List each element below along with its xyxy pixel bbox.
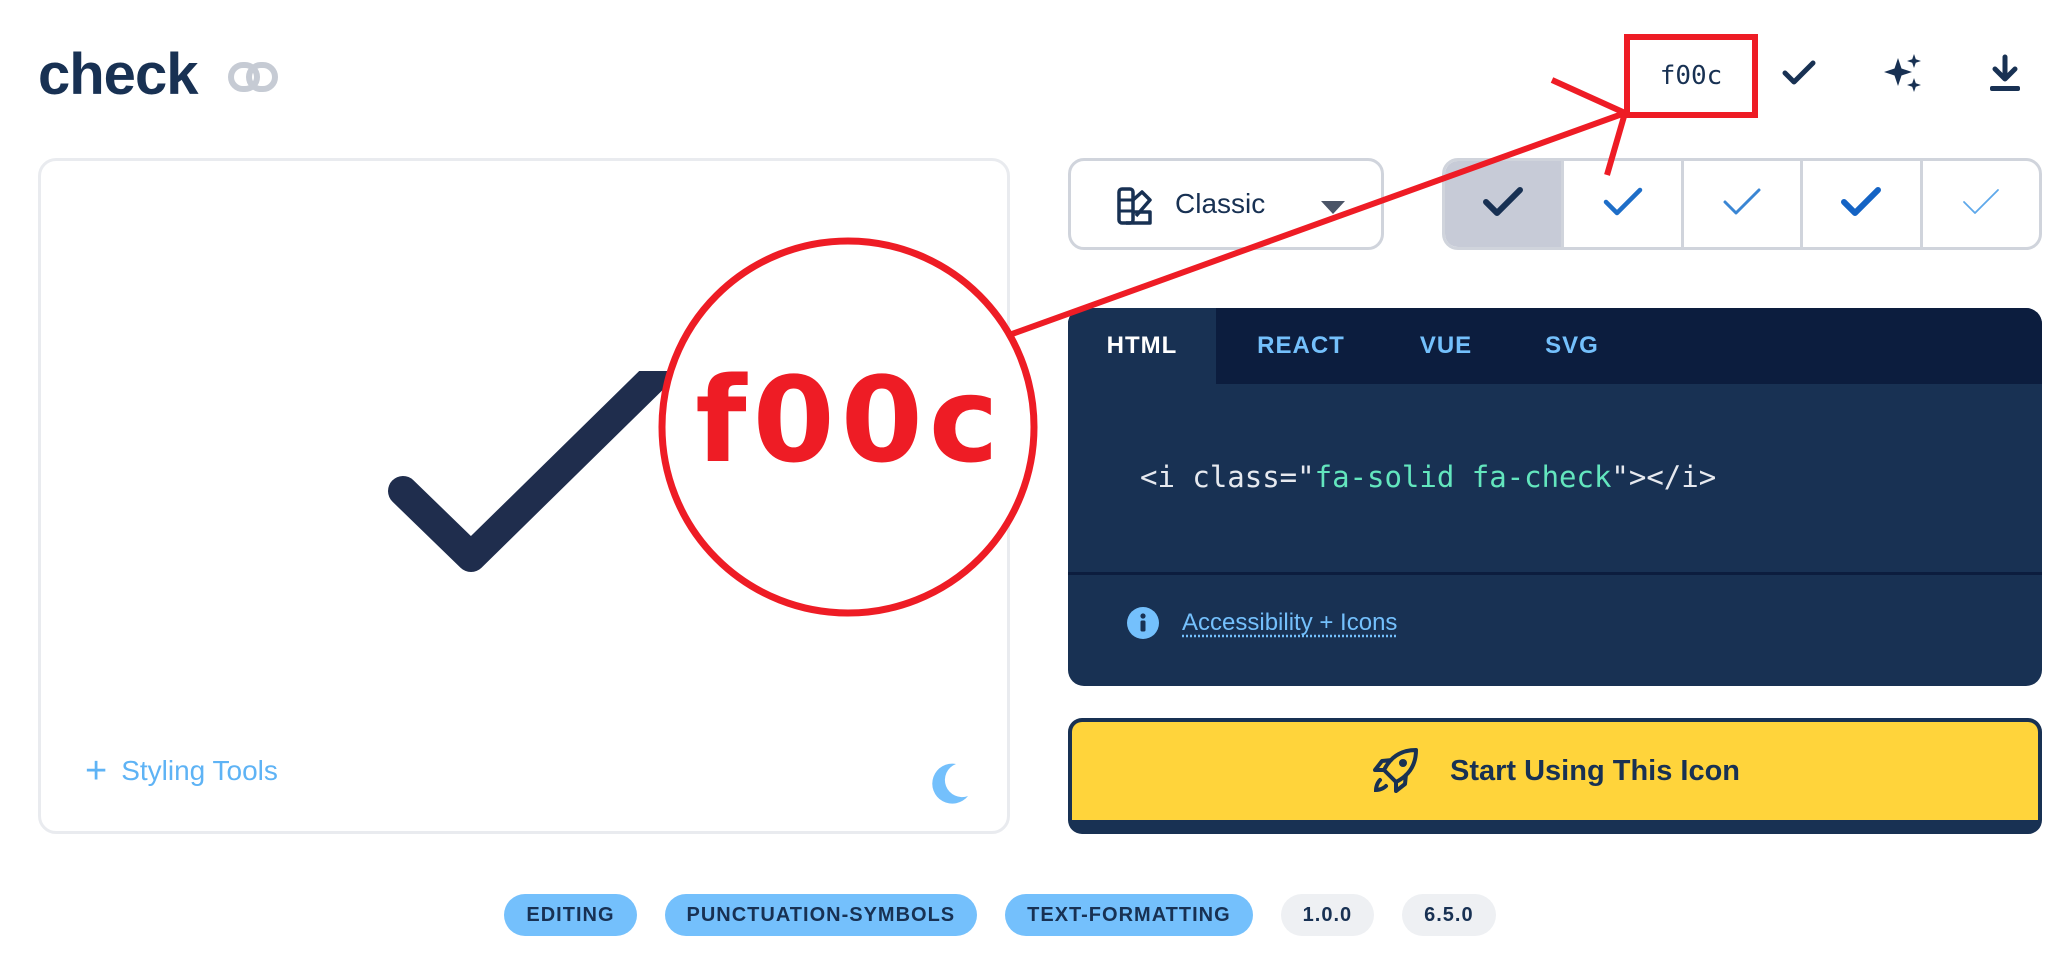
sparkles-icon (1882, 52, 1924, 99)
code-snippet[interactable]: <i class="fa-solid fa-check"></i> (1140, 460, 1716, 494)
style-family-label: Classic (1175, 188, 1266, 219)
code-tabs: HTML REACT VUE SVG (1068, 308, 2042, 384)
accessibility-row: Accessibility + Icons (1126, 606, 1397, 640)
style-variant-picker (1442, 158, 2042, 250)
styling-tools-toggle[interactable]: + Styling Tools (85, 750, 278, 792)
annotation-arrow-stroke (1550, 77, 1627, 116)
tab-svg[interactable]: SVG (1506, 308, 1638, 384)
copy-glyph-button[interactable] (1776, 52, 1822, 98)
unicode-copy-button[interactable]: f00c (1624, 34, 1758, 118)
cta-label: Start Using This Icon (1449, 754, 1741, 787)
tag-editing[interactable]: EDITING (504, 894, 637, 936)
variant-regular[interactable] (1561, 161, 1680, 247)
variant-solid[interactable] (1445, 161, 1562, 247)
version-badge-created: 1.0.0 (1280, 894, 1375, 936)
start-using-icon-button[interactable]: Start Using This Icon (1068, 718, 2042, 834)
check-icon (1959, 185, 2003, 224)
check-icon (1781, 58, 1817, 93)
annotation-zoom-text: f00c (695, 351, 1005, 489)
swatchbook-icon (1116, 186, 1154, 226)
variant-duotone[interactable] (1800, 161, 1919, 247)
code-suffix: "></i> (1611, 460, 1717, 494)
code-class-value: fa-solid fa-check (1314, 460, 1612, 494)
caret-down-icon (1321, 201, 1345, 214)
variant-thin[interactable] (1919, 161, 2039, 247)
check-icon (1601, 185, 1645, 224)
accessibility-link[interactable]: Accessibility + Icons (1182, 609, 1397, 637)
rocket-icon (1370, 746, 1420, 796)
download-button[interactable] (1982, 52, 2028, 98)
tag-text-formatting[interactable]: TEXT-FORMATTING (1005, 894, 1253, 936)
code-snippet-panel: HTML REACT VUE SVG <i class="fa-solid fa… (1068, 308, 2042, 686)
link-icon[interactable] (228, 60, 278, 94)
code-prefix: <i class=" (1140, 460, 1315, 494)
download-icon (1988, 54, 2022, 97)
check-icon (1720, 185, 1764, 224)
ai-sparkles-button[interactable] (1880, 52, 1926, 98)
version-badge-updated: 6.5.0 (1402, 894, 1496, 936)
tab-react[interactable]: REACT (1216, 308, 1386, 384)
check-icon (1839, 185, 1883, 224)
tag-punctuation-symbols[interactable]: PUNCTUATION-SYMBOLS (664, 894, 978, 936)
styling-tools-label: Styling Tools (121, 755, 278, 786)
icon-tags: EDITING PUNCTUATION-SYMBOLS TEXT-FORMATT… (0, 894, 2048, 936)
unicode-value: f00c (1659, 61, 1723, 91)
check-icon (1481, 185, 1525, 224)
icon-preview-card: + Styling Tools (38, 158, 1010, 834)
info-circle-icon (1126, 606, 1160, 640)
style-family-dropdown[interactable]: Classic (1068, 158, 1384, 250)
divider (1068, 572, 2042, 575)
tab-html[interactable]: HTML (1068, 308, 1216, 384)
plus-icon: + (85, 750, 108, 792)
icon-title: check (38, 42, 198, 107)
tab-vue[interactable]: VUE (1386, 308, 1506, 384)
variant-light[interactable] (1680, 161, 1800, 247)
moon-icon[interactable] (926, 760, 972, 806)
